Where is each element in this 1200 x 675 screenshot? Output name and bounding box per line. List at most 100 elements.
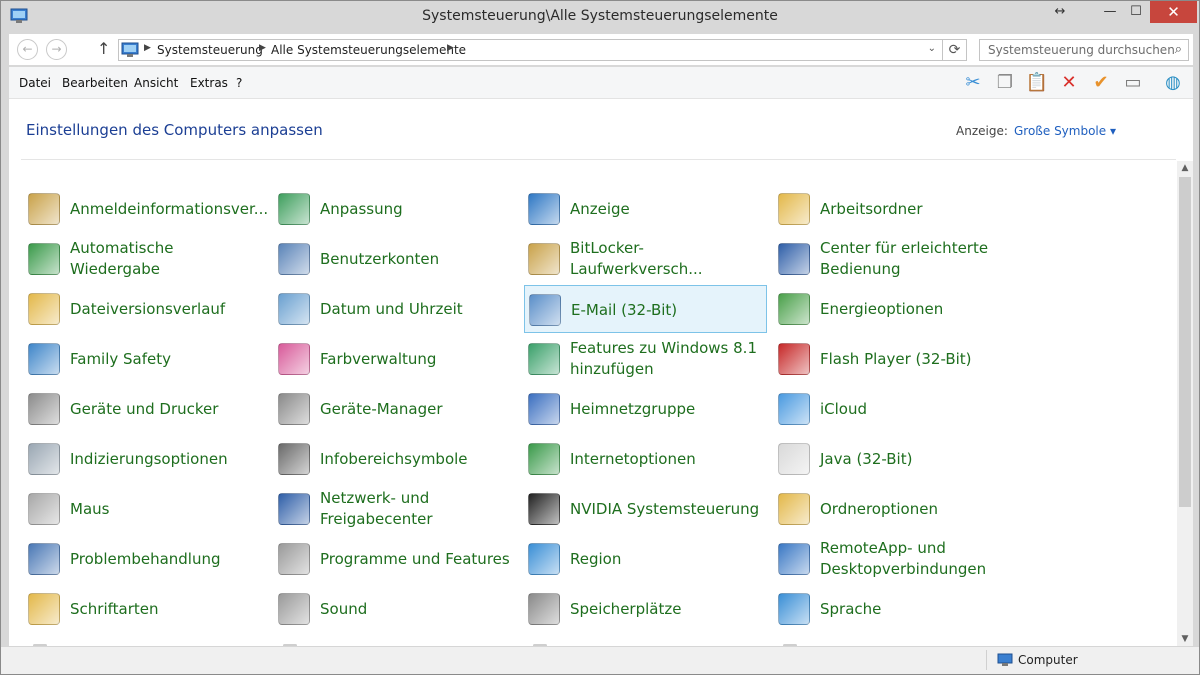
chevron-right-icon: ▶ [447,43,454,53]
control-panel-item-label: Schriftarten [70,599,159,618]
control-panel-item-label: Flash Player (32-Bit) [820,349,972,368]
control-panel-item[interactable]: Family Safety [24,335,267,383]
flash-icon [778,343,810,375]
close-button[interactable]: ✕ [1150,1,1197,23]
breadcrumb-all-items[interactable]: Alle Systemsteuerungselemente [271,43,466,57]
checkmark-icon[interactable]: ✔ [1089,71,1113,95]
control-panel-item[interactable]: Heimnetzgruppe [524,385,767,433]
scroll-up-arrow-icon[interactable]: ▲ [1177,163,1193,173]
control-panel-item[interactable]: Features zu Windows 8.1 hinzufügen [524,335,767,383]
computer-icon [997,653,1013,666]
scissors-icon[interactable]: ✂ [961,71,985,95]
control-panel-item-label: Benutzerkonten [320,249,440,268]
control-panel-item[interactable]: iCloud [774,385,1017,433]
control-panel-item[interactable]: Sprache [774,585,1017,633]
scroll-down-arrow-icon[interactable]: ▼ [1177,634,1193,644]
copy-icon[interactable]: ❐ [993,71,1017,95]
control-panel-item-label: Dateiversionsverlauf [70,299,226,318]
back-button[interactable]: ← [17,39,38,60]
view-selector[interactable]: Große Symbole ▾ [1014,124,1116,138]
control-panel-item[interactable]: Geräte und Drucker [24,385,267,433]
control-panel-item-label: Internetoptionen [570,449,696,468]
delete-icon[interactable]: ✕ [1057,71,1081,95]
control-panel-item[interactable]: Programme und Features [274,535,517,583]
control-panel-item[interactable]: Speicherplätze [524,585,767,633]
vertical-scrollbar[interactable]: ▲ ▼ [1177,161,1193,646]
search-input[interactable]: Systemsteuerung durchsuchen ⌕ [979,39,1189,61]
resize-arrows-icon[interactable]: ↔ [1049,1,1071,23]
menu-ansicht[interactable]: Ansicht [134,76,178,90]
control-panel-item[interactable]: Maus [24,485,267,533]
cloud-icon [778,393,810,425]
control-panel-item[interactable]: Datum und Uhrzeit [274,285,517,333]
minimize-button[interactable]: — [1097,1,1123,23]
clock-icon [278,293,310,325]
status-divider [986,650,987,670]
fonts-folder-icon [28,593,60,625]
control-panel-item[interactable]: Center für erleichterte Bedienung [774,235,1017,283]
control-panel-item[interactable]: Benutzerkonten [274,235,517,283]
control-panel-item-label: Programme und Features [320,549,510,568]
autoplay-icon [28,243,60,275]
control-panel-item[interactable]: Automatische Wiedergabe [24,235,267,283]
control-panel-item[interactable]: Flash Player (32-Bit) [774,335,1017,383]
control-panel-item[interactable]: Anmeldeinformationsver... [24,185,268,233]
content-area: Einstellungen des Computers anpassen Anz… [9,99,1193,647]
control-panel-item[interactable]: Farbverwaltung [274,335,517,383]
control-panel-item[interactable]: Sound [274,585,517,633]
control-panel-item[interactable]: Geräte-Manager [274,385,517,433]
search-icon[interactable]: ⌕ [1175,42,1182,57]
control-panel-item-label: Features zu Windows 8.1 hinzufügen [570,339,757,378]
scroll-thumb[interactable] [1179,177,1191,507]
control-panel-item[interactable]: Infobereichsymbole [274,435,517,483]
features-icon [528,343,560,375]
control-panel-item[interactable]: Problembehandlung [24,535,267,583]
control-panel-item[interactable]: Anzeige [524,185,767,233]
maximize-button[interactable]: ☐ [1123,1,1149,23]
properties-icon[interactable]: ▭ [1121,71,1145,95]
control-panel-item[interactable]: NVIDIA Systemsteuerung [524,485,767,533]
up-button[interactable]: ↑ [97,39,110,58]
control-panel-item[interactable]: Dateiversionsverlauf [24,285,267,333]
control-panel-item[interactable]: Internetoptionen [524,435,767,483]
breadcrumb-systemsteuerung[interactable]: Systemsteuerung [157,43,263,57]
search-placeholder: Systemsteuerung durchsuchen [988,43,1175,57]
printer-icon [28,393,60,425]
control-panel-item-label: Geräte und Drucker [70,399,219,418]
control-panel-item[interactable]: E-Mail (32-Bit) [524,285,767,333]
control-panel-item[interactable]: BitLocker-Laufwerkversch... [524,235,767,283]
control-panel-item-label: Automatische Wiedergabe [70,239,174,278]
menu-help[interactable]: ? [236,76,242,90]
control-panel-item[interactable]: Arbeitsordner [774,185,1017,233]
control-panel-item[interactable]: Indizierungsoptionen [24,435,267,483]
control-panel-item[interactable]: Anpassung [274,185,517,233]
control-panel-item[interactable]: Energieoptionen [774,285,1017,333]
speaker-icon [278,593,310,625]
bitlocker-icon [528,243,560,275]
control-panel-item[interactable]: RemoteApp- und Desktopverbindungen [774,535,1017,583]
address-bar[interactable]: ▶ Systemsteuerung ▶ Alle Systemsteuerung… [118,39,943,61]
paste-icon[interactable]: 📋 [1025,71,1049,95]
menu-extras[interactable]: Extras [190,76,228,90]
menu-datei[interactable]: Datei [19,76,51,90]
mail-icon [529,294,561,326]
control-panel-icon [121,42,139,57]
control-panel-item[interactable]: Schriftarten [24,585,267,633]
chevron-right-icon: ▶ [259,43,266,53]
globe-icon[interactable]: ◍ [1161,71,1185,95]
remoteapp-icon [778,543,810,575]
control-panel-item[interactable]: Netzwerk- und Freigabecenter [274,485,517,533]
ease-of-access-icon [778,243,810,275]
control-panel-item[interactable]: Ordneroptionen [774,485,1017,533]
forward-button[interactable]: → [46,39,67,60]
control-panel-item-label: Geräte-Manager [320,399,443,418]
chevron-down-icon[interactable]: ⌄ [928,43,936,54]
refresh-button[interactable]: ⟳ [943,39,967,61]
control-panel-item-label: Ordneroptionen [820,499,938,518]
chevron-right-icon: ▶ [144,43,151,53]
control-panel-item[interactable]: Java (32-Bit) [774,435,1017,483]
menu-bearbeiten[interactable]: Bearbeiten [62,76,128,90]
control-panel-item[interactable]: Region [524,535,767,583]
control-panel-item-label: Sprache [820,599,882,618]
control-panel-item-label: Family Safety [70,349,172,368]
